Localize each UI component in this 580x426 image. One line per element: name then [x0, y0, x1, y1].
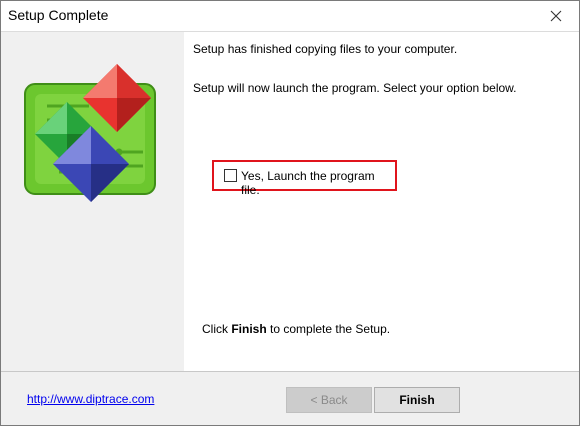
launch-program-checkbox[interactable]: [224, 169, 237, 182]
title-bar: Setup Complete: [1, 1, 579, 31]
back-button[interactable]: < Back: [286, 387, 372, 413]
website-link[interactable]: http://www.diptrace.com: [27, 392, 154, 406]
side-graphic-panel: [1, 31, 184, 372]
setup-window: Setup Complete Setup has finished copyin…: [0, 0, 580, 426]
footer-bar: http://www.diptrace.com < Back Finish: [1, 372, 579, 425]
window-title: Setup Complete: [8, 7, 109, 23]
launch-option-highlight: Yes, Launch the program file.: [212, 160, 397, 197]
finish-button[interactable]: Finish: [374, 387, 460, 413]
finish-instruction: Click Finish to complete the Setup.: [202, 322, 391, 336]
status-message: Setup has finished copying files to your…: [193, 42, 458, 56]
close-icon: [550, 10, 562, 22]
close-button[interactable]: [533, 1, 579, 31]
diptrace-logo-icon: [24, 64, 156, 202]
launch-message: Setup will now launch the program. Selec…: [193, 81, 517, 95]
content-panel: Setup has finished copying files to your…: [184, 31, 579, 372]
launch-program-label[interactable]: Yes, Launch the program file.: [241, 169, 395, 197]
